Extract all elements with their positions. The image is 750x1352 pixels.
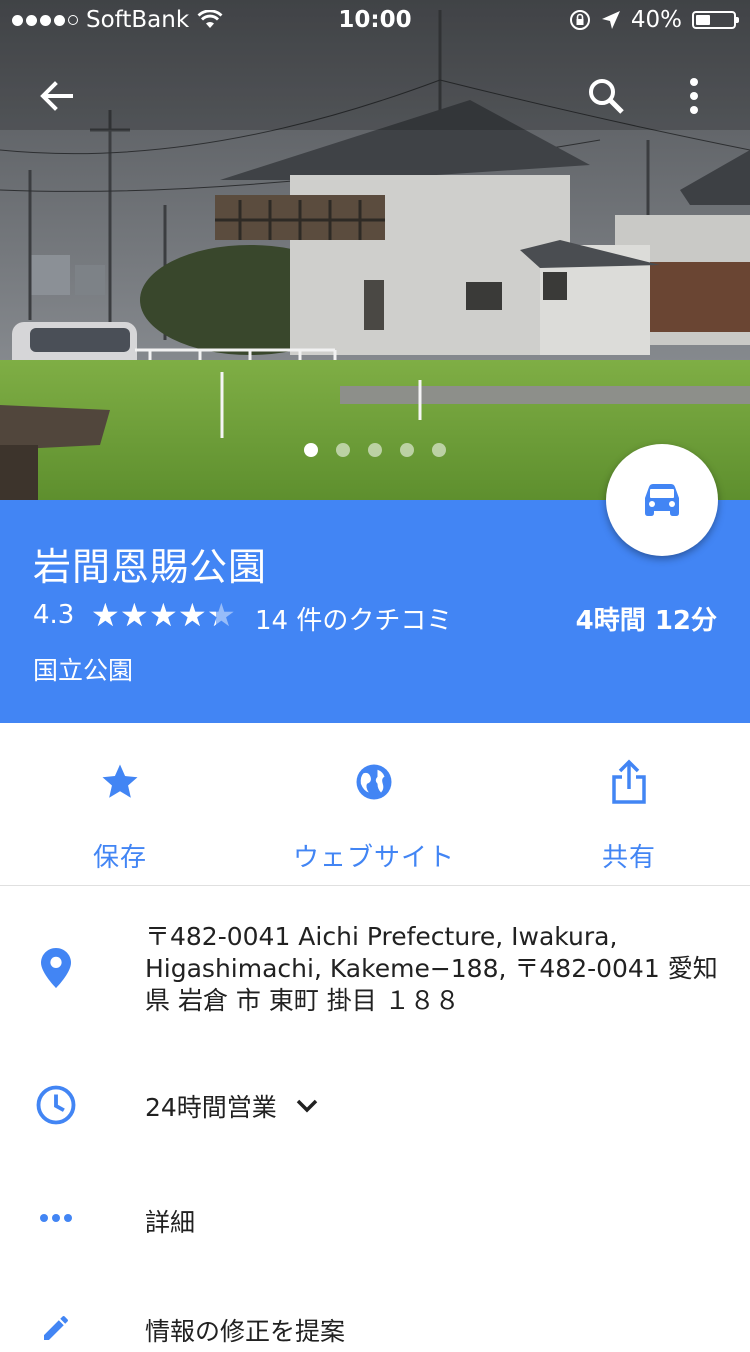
place-category: 国立公園 xyxy=(33,656,134,685)
location-arrow-icon xyxy=(601,11,620,29)
star-icon: ★★ xyxy=(207,596,236,634)
save-button[interactable]: 保存 xyxy=(0,753,245,874)
star-icon: ★★ xyxy=(149,596,178,634)
pager-dot[interactable] xyxy=(432,443,446,457)
share-icon xyxy=(612,759,646,804)
status-bar: SoftBank 10:00 40% xyxy=(0,0,750,40)
rating-stars: ★★★★★★★★★★ xyxy=(91,596,236,634)
back-arrow-icon xyxy=(40,81,73,111)
pager-dot[interactable] xyxy=(304,443,318,457)
review-count[interactable]: 14 件のクチコミ xyxy=(255,600,452,637)
details-row[interactable]: 詳細 xyxy=(0,1195,750,1247)
more-options-button[interactable] xyxy=(668,70,720,122)
rating-row[interactable]: 4.3 ★★★★★★★★★★ 14 件のクチコミ 4時間 12分 xyxy=(33,596,717,638)
car-icon xyxy=(645,484,679,516)
rating-value: 4.3 xyxy=(33,600,75,630)
star-icon: ★★ xyxy=(91,596,120,634)
directions-button[interactable] xyxy=(606,444,718,556)
hours-text: 24時間営業 xyxy=(145,1093,277,1122)
edit-pencil-icon xyxy=(44,1316,68,1340)
pager-dot[interactable] xyxy=(400,443,414,457)
search-button[interactable] xyxy=(580,70,632,122)
hours-row[interactable]: 24時間営業 xyxy=(0,1080,750,1132)
pager-dot[interactable] xyxy=(336,443,350,457)
star-icon: ★★ xyxy=(178,596,207,634)
back-button[interactable] xyxy=(30,70,82,122)
website-label: ウェブサイト xyxy=(292,843,455,873)
more-horiz-icon xyxy=(40,1214,72,1222)
address-row[interactable]: 〒482-0041 Aichi Prefecture, Iwakura, Hig… xyxy=(0,920,750,1030)
address-text: 〒482-0041 Aichi Prefecture, Iwakura, Hig… xyxy=(145,922,718,1015)
search-icon xyxy=(589,79,624,114)
drive-time: 4時間 12分 xyxy=(575,606,717,636)
chevron-down-icon[interactable] xyxy=(295,1098,319,1114)
battery-icon xyxy=(692,11,739,29)
suggest-edit-row[interactable]: 情報の修正を提案 xyxy=(0,1300,750,1352)
globe-icon xyxy=(356,764,392,800)
pager-dot[interactable] xyxy=(368,443,382,457)
star-icon: ★★ xyxy=(120,596,149,634)
rotation-lock-icon xyxy=(569,10,590,30)
website-button[interactable]: ウェブサイト xyxy=(249,753,499,874)
clock-icon xyxy=(36,1085,76,1125)
share-label: 共有 xyxy=(601,843,656,873)
place-photo[interactable]: SoftBank 10:00 40% xyxy=(0,0,750,500)
location-pin-icon xyxy=(41,948,71,988)
star-icon xyxy=(102,764,138,798)
battery-fill xyxy=(696,15,711,25)
park-photo-illustration xyxy=(0,0,750,500)
more-vert-icon xyxy=(690,78,698,114)
battery-percent: 40% xyxy=(630,7,682,33)
place-name: 岩間恩賜公園 xyxy=(33,545,268,589)
save-label: 保存 xyxy=(92,843,147,873)
details-text: 詳細 xyxy=(145,1208,196,1237)
suggest-edit-text: 情報の修正を提案 xyxy=(145,1317,346,1346)
action-bar: 保存 ウェブサイト 共有 xyxy=(0,723,750,886)
share-button[interactable]: 共有 xyxy=(504,753,750,874)
